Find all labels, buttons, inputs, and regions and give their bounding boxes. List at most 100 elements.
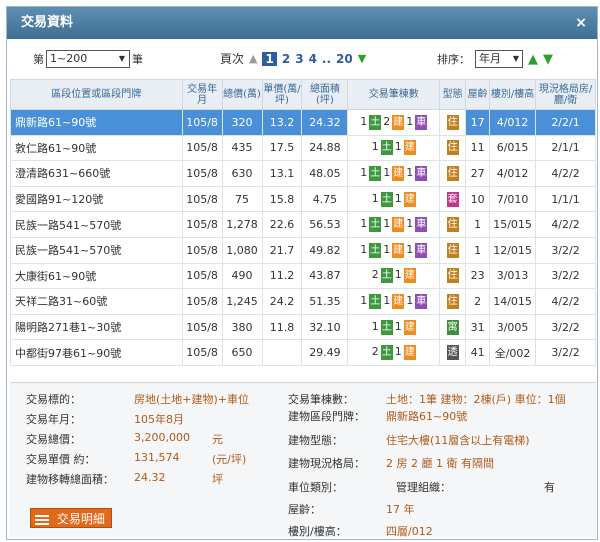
cell-addr: 鼎新路61~90號 bbox=[10, 109, 183, 136]
build-badge-icon: 建 bbox=[403, 345, 416, 361]
cell-age: 2 bbox=[465, 288, 491, 315]
cell-addr: 澄清路631~660號 bbox=[10, 160, 183, 187]
next-page-icon[interactable]: ▼ bbox=[358, 52, 366, 65]
cell-unit: 13.1 bbox=[261, 160, 303, 187]
build-badge-icon: 建 bbox=[392, 114, 405, 130]
cell-age: 11 bbox=[465, 134, 491, 162]
range-select[interactable]: 1~200 ▼ bbox=[46, 50, 130, 68]
table-header-row: 區段位置或區段門牌 交易年月 總價(萬) 單價(萬/坪) 總面積(坪) 交易筆棟… bbox=[10, 79, 596, 110]
count-number: 2 bbox=[383, 114, 391, 128]
table-row[interactable]: 鼎新路61~90號 105/8 320 13.2 24.32 1 土 2 建 1 車住 17 4/012… bbox=[10, 109, 596, 136]
type-badge: 住 bbox=[446, 293, 459, 309]
cell-counts: 2土1建 bbox=[347, 262, 441, 290]
cell-counts: 1土1建 bbox=[347, 134, 441, 162]
detail-layout: 建物現況格局： 2 房 2 廳 1 衛 有隔間 bbox=[288, 455, 494, 471]
table-row[interactable]: 中都街97巷61~90號 105/8 650 29.49 2 土 1 建透 41 全/002 3/2… bbox=[10, 339, 596, 366]
car-badge-icon: 車 bbox=[415, 217, 428, 233]
detail-label: 車位類別： bbox=[288, 481, 343, 494]
prev-page-icon[interactable]: ▲ bbox=[249, 52, 257, 65]
detail-unitprice: 交易單價 約： 131,574 (元/坪) bbox=[26, 451, 246, 467]
cell-addr: 天祥二路31~60號 bbox=[10, 288, 183, 315]
type-badge: 住 bbox=[446, 268, 459, 284]
title-bar: 交易資料 × bbox=[7, 7, 597, 39]
cell-area: 51.35 bbox=[301, 288, 349, 315]
count-number: 1 bbox=[371, 140, 379, 154]
cell-floor: 12/015 bbox=[489, 236, 537, 264]
page-4[interactable]: 4 bbox=[309, 52, 317, 66]
cell-counts: 1土1建1車 bbox=[347, 288, 441, 315]
detail-target: 交易標的： 房地(土地+建物)+車位 bbox=[26, 391, 249, 407]
table-row[interactable]: 天祥二路31~60號 105/8 1,245 24.2 51.35 1 土 1 建 1 車住 2 14/… bbox=[10, 288, 596, 315]
count-number: 1 bbox=[383, 293, 391, 307]
count-number: 2 bbox=[371, 268, 379, 282]
cell-layout: 1/1/1 bbox=[535, 185, 596, 213]
range-suffix: 筆 bbox=[132, 53, 143, 66]
cell-type: 住 bbox=[439, 236, 467, 264]
detail-label: 交易總價： bbox=[26, 433, 81, 446]
car-badge-icon: 車 bbox=[415, 114, 428, 130]
col-header-floor[interactable]: 樓別/樓高 bbox=[489, 79, 537, 110]
detail-label: 交易單價 約： bbox=[26, 453, 96, 466]
count-number: 1 bbox=[394, 268, 402, 282]
col-header-area[interactable]: 總面積(坪) bbox=[301, 79, 349, 110]
count-number: 1 bbox=[394, 345, 402, 359]
detail-extra: 有 bbox=[544, 481, 555, 494]
table-row[interactable]: 民族一路541~570號 105/8 1,080 21.7 49.82 1 土 1 建 1 車住 1 1… bbox=[10, 236, 596, 264]
page-label: 頁次 bbox=[220, 52, 245, 66]
type-badge: 住 bbox=[446, 165, 459, 181]
count-number: 1 bbox=[394, 319, 402, 333]
col-header-age[interactable]: 屋齡 bbox=[465, 79, 491, 110]
cell-unit: 11.8 bbox=[261, 313, 303, 341]
cell-unit: 21.7 bbox=[261, 236, 303, 264]
page-2[interactable]: 2 bbox=[282, 52, 290, 66]
col-header-type[interactable]: 型態 bbox=[439, 79, 467, 110]
page-3[interactable]: 3 bbox=[295, 52, 303, 66]
toolbar: 第 1~200 ▼ 筆 頁次 ▲ 1 2 3 4 .. 20 ▼ 排序： 年月 … bbox=[7, 39, 597, 79]
type-badge: 住 bbox=[446, 242, 459, 258]
detail-button[interactable]: 交易明細 bbox=[30, 508, 112, 528]
cell-layout: 4/2/2 bbox=[535, 211, 596, 238]
land-badge-icon: 土 bbox=[369, 242, 382, 258]
col-header-layout[interactable]: 現況格局房/廳/衛 bbox=[535, 79, 596, 110]
table-row[interactable]: 愛國路91~120號 105/8 75 15.8 4.75 1 土 1 建套 10 7/010 1/1… bbox=[10, 185, 596, 213]
detail-unit: (元/坪) bbox=[212, 453, 247, 466]
detail-area: 建物移轉總面積： 24.32 坪 bbox=[26, 471, 223, 487]
cell-type: 套 bbox=[439, 185, 467, 213]
cell-area: 24.32 bbox=[301, 109, 349, 136]
cell-total: 75 bbox=[221, 185, 263, 213]
detail-value: 土地：1筆 建物：2棟(戶) 車位：1個 bbox=[386, 393, 566, 406]
count-number: 1 bbox=[406, 293, 414, 307]
sort-desc-icon[interactable]: ▼ bbox=[543, 52, 553, 67]
table-row[interactable]: 敦仁路61~90號 105/8 435 17.5 24.88 1 土 1 建住 11 6/015 2/… bbox=[10, 134, 596, 162]
col-header-ym[interactable]: 交易年月 bbox=[181, 79, 223, 110]
type-badge: 住 bbox=[446, 140, 459, 156]
sort-asc-icon[interactable]: ▲ bbox=[528, 52, 538, 67]
table-row[interactable]: 澄清路631~660號 105/8 630 13.1 48.05 1 土 1 建 1 車住 27 4/0… bbox=[10, 160, 596, 187]
transaction-table: 區段位置或區段門牌 交易年月 總價(萬) 單價(萬/坪) 總面積(坪) 交易筆棟… bbox=[10, 79, 596, 366]
cell-area: 24.88 bbox=[301, 134, 349, 162]
cell-area: 56.53 bbox=[301, 211, 349, 238]
cell-floor: 3/005 bbox=[489, 313, 537, 341]
col-header-address[interactable]: 區段位置或區段門牌 bbox=[10, 79, 183, 110]
col-header-total[interactable]: 總價(萬) bbox=[221, 79, 263, 110]
detail-label: 建物移轉總面積： bbox=[26, 473, 114, 486]
type-badge: 套 bbox=[446, 191, 459, 207]
detail-label: 樓別/樓高： bbox=[288, 525, 347, 538]
table-row[interactable]: 陽明路271巷1~30號 105/8 380 11.8 32.10 1 土 1 建寓 31 3/00… bbox=[10, 313, 596, 341]
cell-unit: 17.5 bbox=[261, 134, 303, 162]
cell-floor: 7/010 bbox=[489, 185, 537, 213]
sort-select[interactable]: 年月 ▼ bbox=[475, 50, 523, 68]
table-row[interactable]: 大康街61~90號 105/8 490 11.2 43.87 2 土 1 建住 23 3/013 3/… bbox=[10, 262, 596, 290]
cell-floor: 14/015 bbox=[489, 288, 537, 315]
cell-layout: 3/2/2 bbox=[535, 313, 596, 341]
cell-ym: 105/8 bbox=[181, 134, 223, 162]
col-header-count[interactable]: 交易筆棟數 bbox=[347, 79, 441, 110]
table-row[interactable]: 民族一路541~570號 105/8 1,278 22.6 56.53 1 土 1 建 1 車住 1 1… bbox=[10, 211, 596, 238]
page-1[interactable]: 1 bbox=[262, 51, 277, 66]
page-20[interactable]: 20 bbox=[336, 52, 353, 66]
cell-age: 1 bbox=[465, 236, 491, 264]
cell-ym: 105/8 bbox=[181, 236, 223, 264]
col-header-unit[interactable]: 單價(萬/坪) bbox=[261, 79, 303, 110]
close-icon[interactable]: × bbox=[575, 7, 587, 39]
detail-label: 屋齡： bbox=[288, 503, 321, 516]
